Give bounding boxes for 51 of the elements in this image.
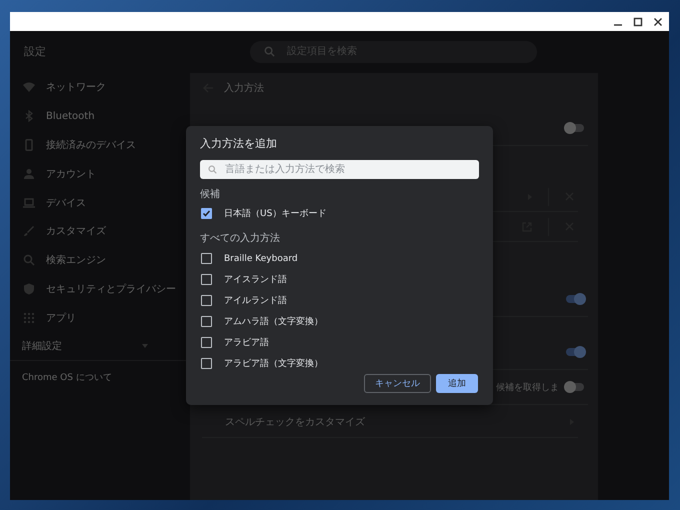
checkbox[interactable] [201, 316, 212, 327]
toggle-switch[interactable] [566, 383, 584, 391]
checkbox-label: アムハラ語（文字変換） [224, 316, 323, 328]
sidebar-item[interactable]: セキュリティとプライバシー [10, 274, 190, 304]
checkbox-label: アラビア語（文字変換） [224, 358, 323, 370]
checkbox[interactable] [201, 358, 212, 369]
sidebar-item[interactable]: 接続済みのデバイス [10, 130, 190, 160]
close-icon[interactable] [653, 16, 663, 26]
setting-label: 候補を取得しま [496, 382, 559, 394]
checkbox-label: アイスランド語 [224, 274, 287, 286]
toggle-switch[interactable] [566, 295, 584, 303]
add-button[interactable]: 追加 [436, 374, 478, 393]
search-field[interactable]: 言語または入力方法で検索 [200, 160, 479, 179]
phone-icon [23, 138, 35, 151]
dialog-title: 入力方法を追加 [200, 136, 278, 151]
search-icon [23, 254, 35, 266]
checkbox-label: Braille Keyboard [224, 254, 298, 264]
maximize-icon[interactable] [633, 16, 643, 26]
toggle-switch[interactable] [566, 124, 584, 132]
brush-icon [23, 225, 35, 238]
search-icon [208, 165, 217, 174]
sidebar-item[interactable]: ネットワーク [10, 73, 190, 102]
checkbox[interactable] [201, 295, 212, 306]
checkbox-label: 日本語（US）キーボード [224, 208, 326, 220]
checkbox[interactable] [201, 274, 212, 285]
person-icon [23, 168, 35, 180]
sidebar-item[interactable]: アカウント [10, 159, 190, 188]
cancel-button[interactable]: キャンセル [364, 374, 431, 393]
checkbox[interactable] [201, 253, 212, 264]
sidebar-item[interactable]: Bluetooth [10, 102, 190, 131]
laptop-icon [23, 196, 35, 209]
page-title: 入力方法 [224, 82, 264, 95]
sidebar-item[interactable]: アプリ [10, 303, 190, 332]
checkbox-label: アイルランド語 [224, 294, 287, 307]
section-heading: すべての入力方法 [200, 232, 280, 245]
sidebar-item[interactable]: カスタマイズ [10, 216, 190, 246]
wifi-icon [23, 81, 35, 94]
setting-link[interactable]: スペルチェックをカスタマイズ [225, 415, 365, 429]
app-title: 設定 [24, 44, 46, 59]
checkbox-label: アラビア語 [224, 336, 269, 349]
sidebar-item[interactable]: Chrome OS について [10, 361, 112, 394]
bluetooth-icon [23, 110, 35, 122]
checkbox[interactable] [201, 337, 212, 348]
sidebar-item[interactable]: デバイス [10, 188, 190, 217]
grid-icon [23, 312, 35, 324]
sidebar-item[interactable]: 検索エンジン [10, 246, 190, 275]
shield-icon [23, 282, 35, 295]
checkbox[interactable] [201, 208, 212, 219]
section-heading: 候補 [200, 188, 220, 201]
toggle-switch[interactable] [566, 348, 584, 356]
search-icon [264, 46, 275, 57]
